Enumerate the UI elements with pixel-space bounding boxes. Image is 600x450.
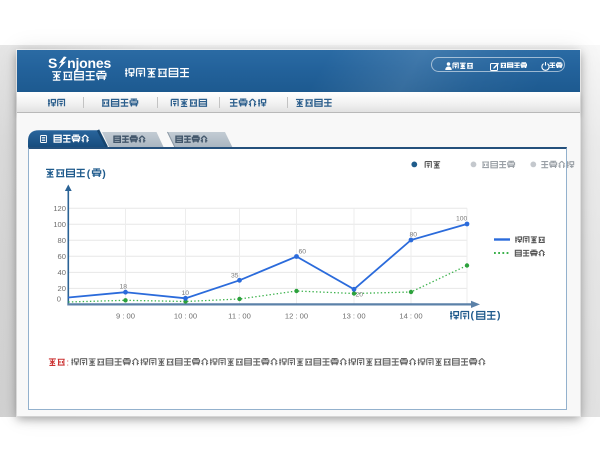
- svg-text:120: 120: [53, 204, 66, 213]
- svg-text:(: (: [87, 168, 91, 180]
- svg-text:(: (: [471, 310, 475, 322]
- svg-text:35: 35: [231, 273, 239, 280]
- svg-text:80: 80: [410, 232, 418, 239]
- svg-text:20: 20: [58, 284, 66, 293]
- svg-text:60: 60: [299, 249, 307, 256]
- svg-text:13 : 00: 13 : 00: [342, 312, 365, 321]
- svg-text:): ): [102, 168, 106, 180]
- svg-text:10 : 00: 10 : 00: [174, 312, 197, 321]
- svg-text:0: 0: [57, 295, 61, 304]
- svg-text:40: 40: [58, 268, 66, 277]
- svg-text:14 : 00: 14 : 00: [399, 312, 422, 321]
- svg-text:80: 80: [58, 236, 66, 245]
- svg-text:11 : 00: 11 : 00: [228, 312, 251, 321]
- svg-text:60: 60: [58, 252, 66, 261]
- svg-text:100: 100: [53, 220, 66, 229]
- svg-text:): ): [497, 310, 501, 322]
- svg-text:18: 18: [120, 284, 128, 291]
- svg-text:10: 10: [182, 290, 190, 297]
- svg-text:9 : 00: 9 : 00: [116, 312, 135, 321]
- svg-text:20: 20: [356, 292, 364, 299]
- svg-text:100: 100: [456, 216, 468, 223]
- svg-text:12 : 00: 12 : 00: [285, 312, 308, 321]
- svg-text::: :: [67, 358, 70, 368]
